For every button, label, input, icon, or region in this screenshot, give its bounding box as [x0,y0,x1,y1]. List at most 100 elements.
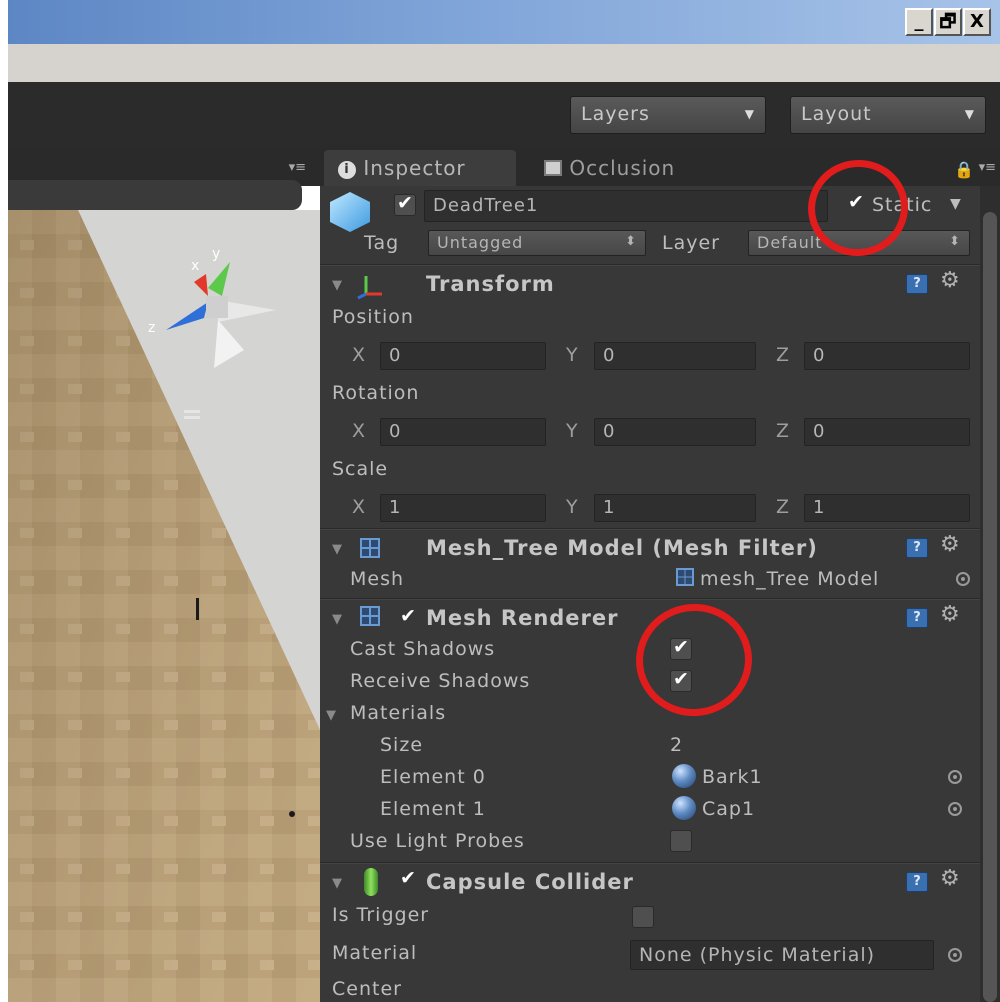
help-icon[interactable]: ? [906,608,928,628]
rotation-z-input[interactable]: 0 [804,418,970,446]
position-label: Position [332,306,414,328]
rotation-y-input[interactable]: 0 [594,418,756,446]
foldout-arrow-icon[interactable]: ▼ [326,708,336,723]
tag-dropdown[interactable]: Untagged ⬍ [428,230,646,256]
capsule-icon [364,868,378,896]
updown-icon: ⬍ [625,234,637,249]
tag-label: Tag [364,232,400,254]
capsule-collider-enabled-checkbox[interactable] [398,867,420,892]
gear-icon[interactable]: ⚙ [940,268,960,293]
lock-icon[interactable]: 🔒 [954,160,974,179]
rotation-z-label: Z [776,420,790,442]
scene-view[interactable]: x y z [8,210,320,1002]
size-label: Size [380,734,424,756]
mesh-value[interactable]: mesh_Tree Model [700,568,879,590]
is-trigger-checkbox[interactable] [632,906,654,928]
center-label: Center [332,978,402,1000]
mesh-renderer-icon [360,606,380,626]
object-picker-icon[interactable] [956,572,970,586]
scale-z-input[interactable]: 1 [804,494,970,522]
object-active-checkbox[interactable] [394,192,416,216]
scene-search-bar[interactable] [8,180,302,210]
layer-label: Layer [662,232,720,254]
transform-title: Transform [426,272,555,296]
occlusion-icon [544,160,562,176]
updown-icon: ⬍ [949,234,961,249]
title-bar [8,0,1000,44]
material-sphere-icon [672,764,696,788]
mesh-filter-title: Mesh_Tree Model (Mesh Filter) [426,536,818,560]
gear-icon[interactable]: ⚙ [940,532,960,557]
physic-material-field[interactable]: None (Physic Material) [630,940,934,970]
scale-label: Scale [332,458,389,480]
position-y-label: Y [566,344,578,366]
terrain-surface: x y z [8,210,320,1002]
capsule-collider-title: Capsule Collider [426,870,634,894]
scale-x-input[interactable]: 1 [380,494,546,522]
close-button[interactable]: X [963,8,991,36]
foldout-arrow-icon[interactable]: ▼ [332,876,342,891]
element0-label: Element 0 [380,766,486,788]
rotation-y-label: Y [566,420,578,442]
gizmo-x-label: x [191,258,199,274]
element1-label: Element 1 [380,798,486,820]
material-label: Material [332,942,418,964]
tab-inspector[interactable]: i Inspector [324,150,516,186]
panel-menu-icon[interactable]: ▾≡ [289,160,306,175]
object-picker-icon[interactable] [948,948,962,962]
position-z-label: Z [776,344,790,366]
is-trigger-label: Is Trigger [332,904,430,926]
object-picker-icon[interactable] [948,802,962,816]
layout-dropdown-label: Layout [801,103,872,125]
divider [320,598,980,600]
rotation-x-input[interactable]: 0 [380,418,546,446]
foldout-arrow-icon[interactable]: ▼ [332,542,342,557]
rotation-label: Rotation [332,382,420,404]
scale-y-input[interactable]: 1 [594,494,756,522]
tab-inspector-label: Inspector [363,156,466,180]
minimize-button[interactable]: _ [905,8,933,36]
object-name-input[interactable]: DeadTree1 [424,190,828,222]
mesh-label: Mesh [350,568,405,590]
layout-dropdown[interactable]: Layout ▼ [790,96,986,134]
help-icon[interactable]: ? [906,274,928,294]
panel-menu-icon[interactable]: ▾≡ [979,160,996,175]
mesh-renderer-enabled-checkbox[interactable] [398,605,420,630]
position-x-label: X [352,344,366,366]
tab-occlusion-label: Occlusion [569,156,676,180]
layers-dropdown-label: Layers [581,103,650,125]
position-x-input[interactable]: 0 [380,342,546,370]
position-y-input[interactable]: 0 [594,342,756,370]
scale-y-label: Y [566,496,578,518]
help-icon[interactable]: ? [906,872,928,892]
static-dropdown-arrow[interactable]: ▼ [950,196,962,212]
mesh-filter-icon [360,538,380,558]
position-z-input[interactable]: 0 [804,342,970,370]
receive-shadows-label: Receive Shadows [350,670,531,692]
tab-occlusion[interactable]: Occlusion [530,150,730,186]
restore-button[interactable]: 🗗 [934,8,962,36]
help-icon[interactable]: ? [906,538,928,558]
chevron-down-icon: ▼ [964,107,975,121]
inspector-scrollbar[interactable] [980,186,1000,1002]
divider [320,528,980,530]
scrollbar-thumb[interactable] [983,212,997,1002]
cast-shadows-label: Cast Shadows [350,638,496,660]
gear-icon[interactable]: ⚙ [940,866,960,891]
layers-dropdown[interactable]: Layers ▼ [570,96,766,134]
mesh-renderer-title: Mesh Renderer [426,606,619,630]
rotation-x-label: X [352,420,366,442]
info-icon: i [338,161,356,179]
gear-icon[interactable]: ⚙ [940,602,960,627]
element1-value[interactable]: Cap1 [702,798,755,820]
materials-label: Materials [350,702,447,724]
use-light-probes-checkbox[interactable] [670,830,692,852]
foldout-arrow-icon[interactable]: ▼ [332,612,342,627]
divider [320,862,980,864]
scale-x-label: X [352,496,366,518]
object-picker-icon[interactable] [948,770,962,784]
element0-value[interactable]: Bark1 [702,766,763,788]
scale-z-label: Z [776,496,790,518]
foldout-arrow-icon[interactable]: ▼ [332,278,342,293]
size-value[interactable]: 2 [670,734,683,756]
